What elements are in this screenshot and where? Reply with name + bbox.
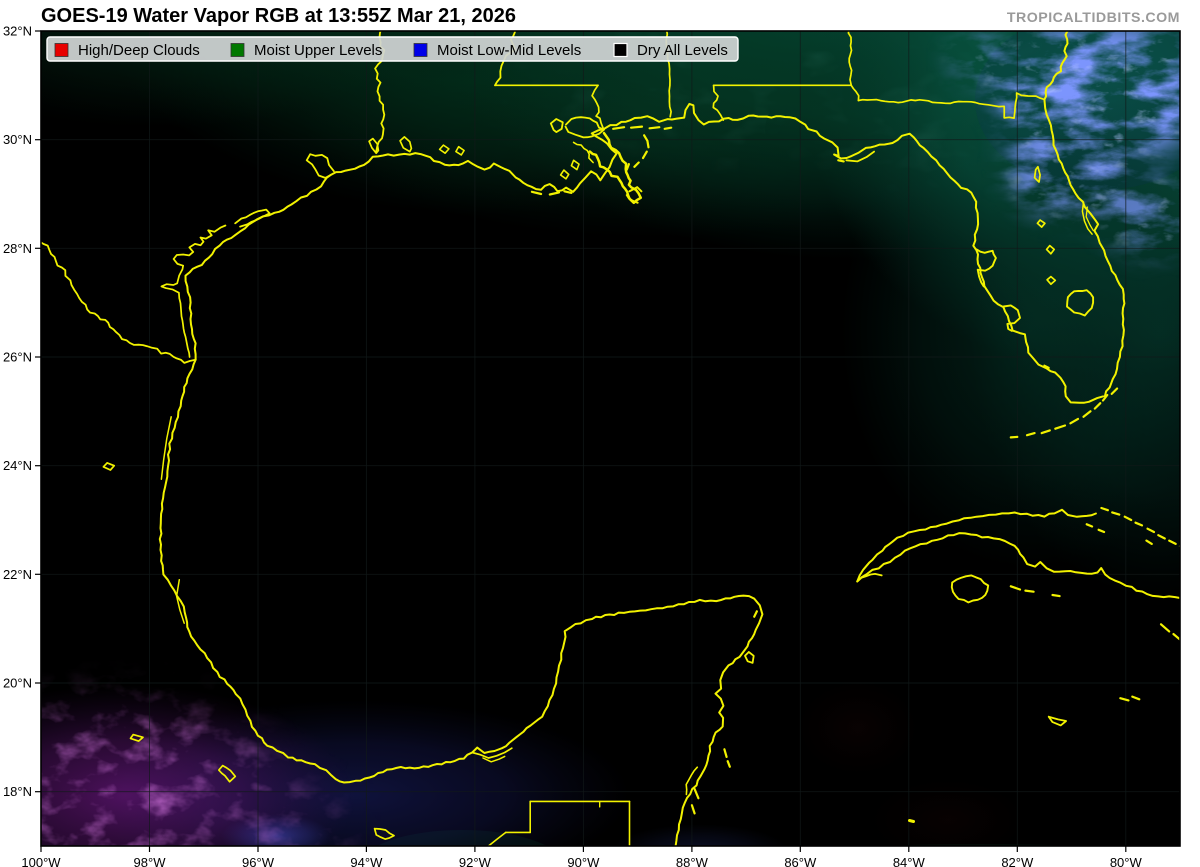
svg-text:88°W: 88°W bbox=[676, 855, 709, 867]
svg-text:Dry All Levels: Dry All Levels bbox=[637, 42, 728, 59]
svg-text:22°N: 22°N bbox=[3, 567, 32, 582]
svg-text:92°W: 92°W bbox=[459, 855, 492, 867]
svg-text:Moist Upper Levels: Moist Upper Levels bbox=[254, 42, 382, 59]
svg-text:Moist Low-Mid Levels: Moist Low-Mid Levels bbox=[437, 42, 581, 59]
svg-text:86°W: 86°W bbox=[784, 855, 817, 867]
svg-text:80°W: 80°W bbox=[1110, 855, 1143, 867]
svg-text:96°W: 96°W bbox=[242, 855, 275, 867]
svg-text:32°N: 32°N bbox=[3, 24, 32, 39]
svg-text:20°N: 20°N bbox=[3, 676, 32, 691]
svg-text:82°W: 82°W bbox=[1001, 855, 1034, 867]
svg-text:30°N: 30°N bbox=[3, 132, 32, 147]
svg-text:28°N: 28°N bbox=[3, 241, 32, 256]
svg-text:18°N: 18°N bbox=[3, 784, 32, 799]
svg-text:24°N: 24°N bbox=[3, 458, 32, 473]
svg-text:26°N: 26°N bbox=[3, 350, 32, 365]
svg-text:94°W: 94°W bbox=[350, 855, 383, 867]
svg-text:98°W: 98°W bbox=[134, 855, 167, 867]
svg-text:90°W: 90°W bbox=[567, 855, 600, 867]
svg-text:100°W: 100°W bbox=[21, 855, 61, 867]
svg-text:84°W: 84°W bbox=[893, 855, 926, 867]
svg-text:High/Deep Clouds: High/Deep Clouds bbox=[78, 42, 200, 59]
